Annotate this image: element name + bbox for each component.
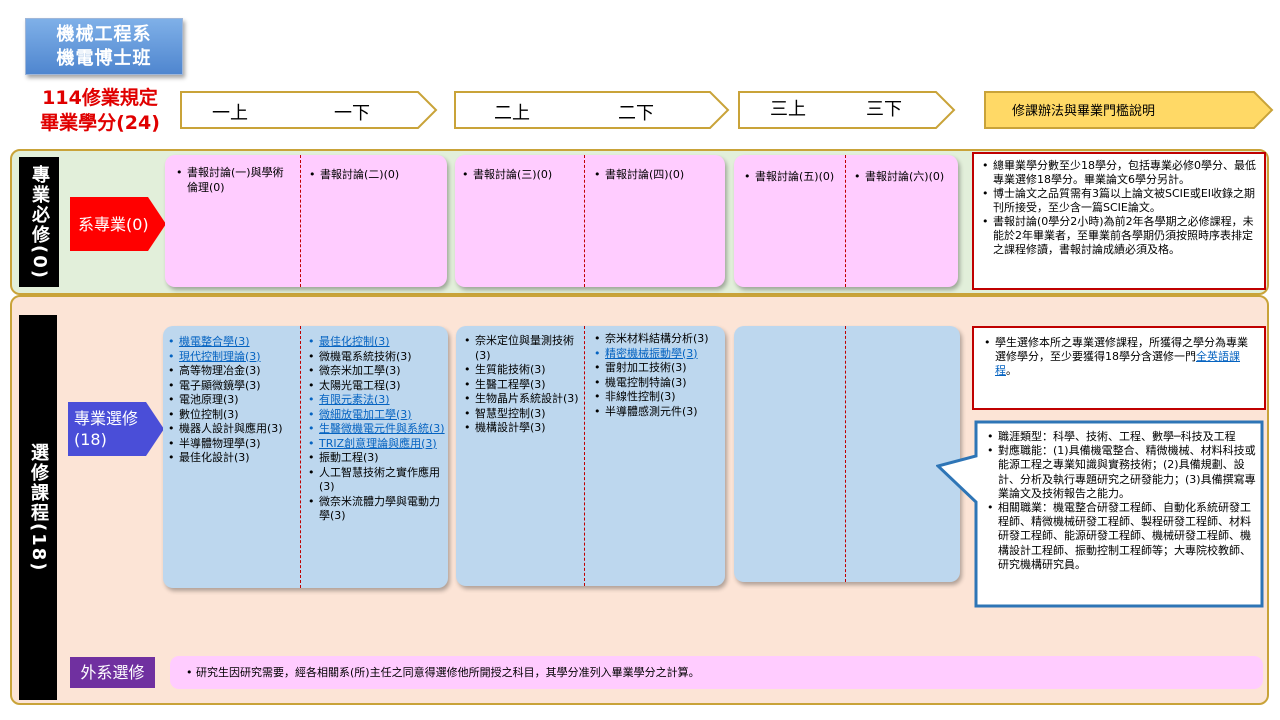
course-item: 太陽光電工程(3): [308, 379, 446, 394]
notes-header-arrow: 修課辦法與畢業門檻說明: [984, 91, 1274, 129]
course-item: 電子顯微鏡學(3): [168, 379, 298, 394]
course-item: 生物晶片系統設計(3): [464, 392, 580, 407]
course-item: 振動工程(3): [308, 451, 446, 466]
divider-req-2: [584, 155, 585, 287]
career-competency: 對應職能：(1)具備機電整合、精微機械、材料科技或能源工程之專業知識與實務技術；…: [986, 444, 1260, 501]
course-item: 最佳化設計(3): [168, 451, 298, 466]
note-item: 學生選修本所之專業選修課程，所獲得之學分為專業選修學分，至少要獲得18學分含選修…: [982, 336, 1256, 378]
note-item: 書報討論(0學分2小時)為前2年各學期之必修課程，未能於2年畢業者，至畢業前各學…: [980, 215, 1258, 257]
note-item: 博士論文之品質需有3篇以上論文被SCIE或EI收錄之期刊所接受，至少含一篇SCI…: [980, 187, 1258, 215]
requirement-year: 114修業規定: [42, 87, 158, 109]
course-item: 人工智慧技術之實作應用(3): [308, 466, 446, 495]
course-item[interactable]: 微細放電加工學(3): [308, 408, 446, 423]
course-item: 機器人設計與應用(3): [168, 422, 298, 437]
department-title: 機械工程系 機電博士班: [25, 18, 183, 75]
course-item: 生醫工程學(3): [464, 378, 580, 393]
required-2a: 書報討論(三)(0): [462, 168, 580, 183]
career-type: 職涯類型：科學、技術、工程、數學─科技及工程: [986, 430, 1260, 444]
course-item[interactable]: 生醫微機電元件與系統(3): [308, 422, 446, 437]
elective-2b: 奈米材料結構分析(3)精密機械振動學(3)雷射加工技術(3)機電控制特論(3)非…: [594, 332, 722, 419]
year3-arrow: 三上 三下: [738, 91, 956, 129]
elective-box-year3: [734, 326, 960, 582]
external-elective-note: 研究生因研究需要，經各相關系(所)主任之同意得選修他所開授之科目，其學分准列入畢…: [170, 656, 1263, 689]
required-section-label: 專業必修(0): [19, 157, 59, 287]
pro-elective-label: 專業選修(18): [68, 402, 164, 456]
course-item: 書報討論(五)(0): [744, 170, 844, 185]
course-item: 非線性控制(3): [594, 390, 722, 405]
dept-required-label: 系專業(0): [70, 197, 166, 251]
course-item: 智慧型控制(3): [464, 407, 580, 422]
semester-1b: 一下: [334, 103, 370, 124]
elective-notes: 學生選修本所之專業選修課程，所獲得之學分為專業選修學分，至少要獲得18學分含選修…: [972, 326, 1266, 410]
elective-1b: 最佳化控制(3)微機電系統技術(3)微奈米加工學(3)太陽光電工程(3)有限元素…: [308, 335, 446, 524]
elective-section-label: 選修課程(18): [19, 315, 57, 700]
elective-1a: 機電整合學(3)現代控制理論(3)高等物理冶金(3)電子顯微鏡學(3)電池原理(…: [168, 335, 298, 466]
required-3a: 書報討論(五)(0): [744, 170, 844, 185]
divider-elec-2: [584, 326, 585, 586]
course-item: 書報討論(三)(0): [462, 168, 580, 183]
course-item[interactable]: 最佳化控制(3): [308, 335, 446, 350]
course-item: 雷射加工技術(3): [594, 361, 722, 376]
course-item: 機構設計學(3): [464, 421, 580, 436]
notes-header: 修課辦法與畢業門檻說明: [1012, 104, 1156, 119]
divider-req-1: [300, 155, 301, 287]
course-item[interactable]: 機電整合學(3): [168, 335, 298, 350]
elective-2a: 奈米定位與量測技術(3)生質能技術(3)生醫工程學(3)生物晶片系統設計(3)智…: [464, 334, 580, 436]
semester-3a: 三上: [770, 99, 806, 120]
course-item: 生質能技術(3): [464, 363, 580, 378]
year1-arrow: 一上 一下: [180, 91, 438, 129]
course-item: 奈米材料結構分析(3): [594, 332, 722, 347]
career-jobs: 相關職業：機電整合研發工程師、自動化系統研發工程師、精微機械研發工程師、製程研發…: [986, 501, 1260, 572]
semester-2b: 二下: [618, 103, 654, 124]
course-item: 書報討論(六)(0): [854, 170, 954, 185]
program-name: 機電博士班: [56, 48, 152, 69]
course-item: 半導體感測元件(3): [594, 405, 722, 420]
graduation-credits: 畢業學分(24): [40, 112, 160, 134]
required-1a: 書報討論(一)與學術倫理(0): [176, 166, 294, 195]
course-item: 半導體物理學(3): [168, 437, 298, 452]
required-2b: 書報討論(四)(0): [594, 168, 720, 183]
divider-elec-1: [300, 326, 301, 588]
required-1b: 書報討論(二)(0): [309, 168, 439, 183]
course-item: 書報討論(四)(0): [594, 168, 720, 183]
requirement-title: 114修業規定 畢業學分(24): [30, 86, 170, 136]
course-item[interactable]: 精密機械振動學(3): [594, 347, 722, 362]
semester-1a: 一上: [212, 103, 248, 124]
year2-arrow: 二上 二下: [454, 91, 730, 129]
note-item: 總畢業學分數至少18學分，包括專業必修0學分、最低專業選修18學分。畢業論文6學…: [980, 159, 1258, 187]
course-item: 電池原理(3): [168, 393, 298, 408]
course-item[interactable]: 有限元素法(3): [308, 393, 446, 408]
divider-req-3: [845, 155, 846, 287]
course-item[interactable]: 現代控制理論(3): [168, 350, 298, 365]
semester-2a: 二上: [494, 103, 530, 124]
course-item: 書報討論(二)(0): [309, 168, 439, 183]
external-elective-label: 外系選修: [70, 657, 155, 688]
course-item: 奈米定位與量測技術(3): [464, 334, 580, 363]
course-item: 微奈米流體力學與電動力學(3): [308, 495, 446, 524]
course-item: 書報討論(一)與學術倫理(0): [176, 166, 294, 195]
course-item: 數位控制(3): [168, 408, 298, 423]
career-callout: 職涯類型：科學、技術、工程、數學─科技及工程 對應職能：(1)具備機電整合、精微…: [936, 420, 1266, 610]
required-3b: 書報討論(六)(0): [854, 170, 954, 185]
semester-3b: 三下: [866, 99, 902, 120]
divider-elec-3: [845, 326, 846, 582]
course-item[interactable]: TRIZ創意理論與應用(3): [308, 437, 446, 452]
course-item: 高等物理冶金(3): [168, 364, 298, 379]
course-item: 微奈米加工學(3): [308, 364, 446, 379]
required-notes: 總畢業學分數至少18學分，包括專業必修0學分、最低專業選修18學分。畢業論文6學…: [972, 152, 1266, 290]
course-item: 微機電系統技術(3): [308, 350, 446, 365]
department-name: 機械工程系: [56, 24, 152, 45]
course-item: 機電控制特論(3): [594, 376, 722, 391]
